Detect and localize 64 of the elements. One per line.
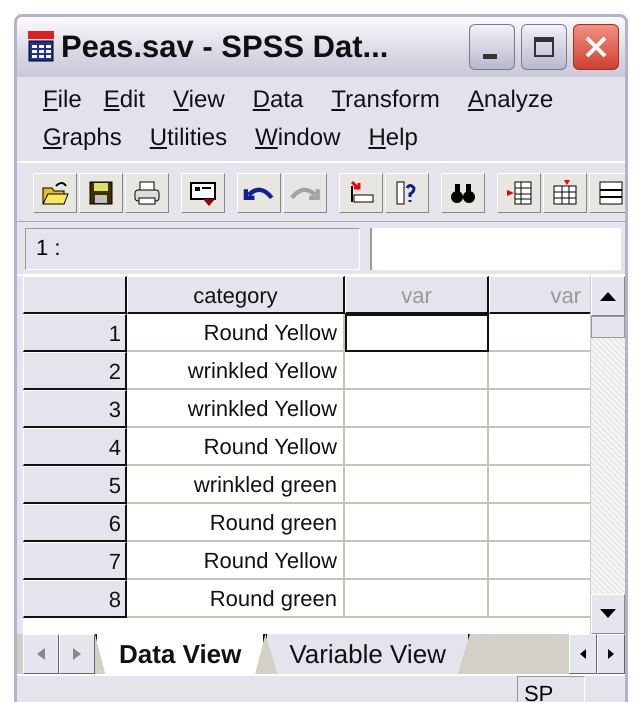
menu-item[interactable]: Help — [360, 124, 426, 152]
left-triangle-icon — [37, 648, 45, 660]
up-arrow-icon[interactable] — [599, 291, 618, 301]
menu-item[interactable]: Utilities — [142, 124, 236, 152]
menu-item[interactable]: Graphs — [35, 124, 130, 152]
menu-item[interactable]: View — [165, 86, 233, 114]
row-header[interactable]: 3 — [23, 390, 127, 428]
column-header[interactable]: category — [127, 276, 345, 314]
undo-button[interactable] — [237, 173, 281, 213]
menu-item[interactable]: Transform — [323, 86, 448, 114]
table-cell[interactable]: Round Yellow — [127, 314, 345, 352]
row-header[interactable]: 7 — [23, 542, 127, 580]
menu-item[interactable]: File — [35, 86, 90, 114]
vertical-scrollbar[interactable] — [590, 276, 625, 634]
scroll-thumb[interactable] — [591, 316, 625, 338]
sheet-tab[interactable]: Data View — [95, 634, 266, 674]
cell-value-field[interactable] — [370, 228, 621, 270]
menu-item[interactable]: Data — [244, 86, 312, 114]
right-triangle-icon — [73, 648, 81, 660]
dialog-button[interactable] — [181, 173, 225, 213]
insert-variable-button[interactable] — [543, 173, 587, 213]
menu-item[interactable]: Edit — [96, 86, 154, 114]
window-title: Peas.sav - SPSS Dat... — [61, 29, 390, 65]
scroll-left-button[interactable] — [569, 634, 597, 674]
insert-case-button[interactable] — [497, 173, 541, 213]
maximize-icon — [532, 35, 556, 59]
cell-reference: 1 : — [25, 228, 360, 270]
row-header[interactable]: 5 — [23, 466, 127, 504]
minimize-icon — [483, 54, 497, 58]
table-cell[interactable]: wrinkled Yellow — [127, 352, 345, 390]
row-header[interactable]: 6 — [23, 504, 127, 542]
row-header[interactable]: 1 — [23, 314, 127, 352]
table-cell[interactable]: Round Yellow — [127, 428, 345, 466]
save-button[interactable] — [79, 173, 123, 213]
sheet-tab[interactable]: Variable View — [265, 634, 470, 674]
row-header[interactable]: 4 — [23, 428, 127, 466]
minimize-button[interactable] — [469, 24, 515, 70]
row-header[interactable]: 2 — [23, 352, 127, 390]
status-text: SP — [517, 676, 585, 702]
menu-item[interactable]: Analyze — [460, 86, 562, 114]
split-file-button[interactable] — [589, 173, 625, 213]
left-triangle-icon — [580, 649, 586, 659]
open-folder-button[interactable] — [33, 173, 77, 213]
scroll-right-button[interactable] — [597, 634, 625, 674]
maximize-button[interactable] — [521, 24, 567, 70]
next-sheet-button[interactable] — [59, 634, 95, 674]
table-cell[interactable]: Round Yellow — [127, 542, 345, 580]
row-header[interactable]: 8 — [23, 580, 127, 618]
print-button[interactable] — [125, 173, 169, 213]
table-cell[interactable]: Round green — [127, 580, 345, 618]
close-icon — [583, 34, 609, 60]
variables-button[interactable] — [385, 173, 429, 213]
spreadsheet-icon — [27, 31, 55, 63]
menu-item[interactable]: Window — [247, 124, 348, 152]
close-button[interactable] — [573, 24, 619, 70]
previous-sheet-button[interactable] — [23, 634, 59, 674]
right-triangle-icon — [608, 649, 614, 659]
table-cell[interactable] — [345, 314, 489, 352]
table-cell[interactable]: wrinkled green — [127, 466, 345, 504]
table-cell[interactable]: Round green — [127, 504, 345, 542]
table-cell[interactable]: wrinkled Yellow — [127, 390, 345, 428]
go-to-case-button[interactable] — [339, 173, 383, 213]
find-button[interactable] — [441, 173, 485, 213]
down-arrow-icon[interactable] — [599, 609, 618, 619]
